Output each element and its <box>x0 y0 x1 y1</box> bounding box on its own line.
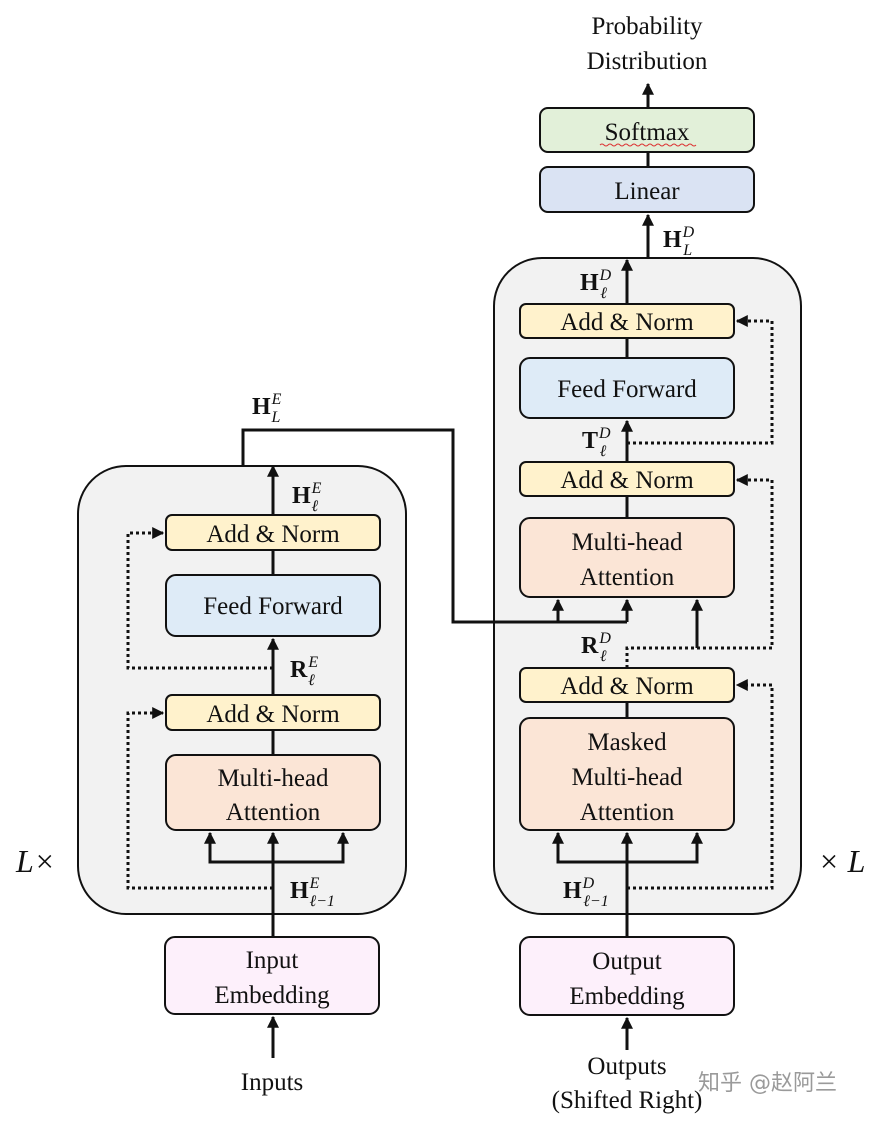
shifted-right-label: (Shifted Right) <box>552 1087 703 1114</box>
transformer-diagram: Add & Norm Feed Forward Add & Norm Multi… <box>15 13 865 1114</box>
encoder-add-norm-top: Add & Norm <box>165 514 381 551</box>
attention-label-line2: Attention <box>226 799 321 826</box>
output-label-line2: Distribution <box>587 48 708 75</box>
add-norm-label: Add & Norm <box>560 467 694 494</box>
embedding-label-line2: Embedding <box>214 982 330 1009</box>
embedding-label-line1: Input <box>246 947 299 974</box>
input-embedding: Input Embedding <box>164 936 380 1015</box>
outputs-label: Outputs <box>587 1053 666 1080</box>
add-norm-label: Add & Norm <box>560 309 694 336</box>
inputs-label: Inputs <box>241 1069 304 1096</box>
add-norm-label: Add & Norm <box>206 701 340 728</box>
decoder-feed-forward: Feed Forward <box>519 357 735 419</box>
decoder-masked-attention: Masked Multi-head Attention <box>519 717 735 831</box>
watermark: 知乎 @赵阿兰 <box>698 1071 837 1096</box>
linear-label: Linear <box>614 178 680 205</box>
attention-label-line1: Multi-head <box>217 765 329 792</box>
encoder-repeat-label: L× <box>15 843 55 879</box>
masked-attention-line3: Attention <box>580 799 675 826</box>
embedding-label-line1: Output <box>592 948 662 975</box>
add-norm-label: Add & Norm <box>560 673 694 700</box>
add-norm-label: Add & Norm <box>206 521 340 548</box>
feed-forward-label: Feed Forward <box>203 593 343 620</box>
attention-label-line2: Attention <box>580 564 675 591</box>
decoder-add-norm-bottom: Add & Norm <box>519 667 735 703</box>
encoder-add-norm-bottom: Add & Norm <box>165 694 381 731</box>
masked-attention-line2: Multi-head <box>571 764 683 791</box>
attention-label-line1: Multi-head <box>571 529 683 556</box>
decoder-repeat-label: × L <box>818 843 865 879</box>
encoder-output-label: HE L <box>252 391 282 426</box>
decoder-add-norm-top: Add & Norm <box>519 303 735 339</box>
embedding-label-line2: Embedding <box>569 983 685 1010</box>
linear-block: Linear <box>539 166 755 213</box>
encoder-feed-forward: Feed Forward <box>165 574 381 637</box>
decoder-cross-attention: Multi-head Attention <box>519 517 735 598</box>
decoder-output-label: HD L <box>663 224 695 259</box>
masked-attention-line1: Masked <box>587 729 667 756</box>
encoder-multi-head-attention: Multi-head Attention <box>165 754 381 831</box>
softmax-label: Softmax <box>605 119 690 146</box>
output-embedding: Output Embedding <box>519 936 735 1016</box>
decoder-add-norm-mid: Add & Norm <box>519 461 735 497</box>
output-label-line1: Probability <box>591 13 703 40</box>
softmax-block: Softmax <box>539 107 755 153</box>
feed-forward-label: Feed Forward <box>557 376 697 403</box>
